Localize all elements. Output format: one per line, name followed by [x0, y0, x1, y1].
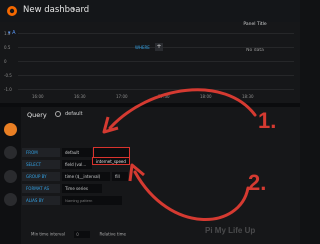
add-where-button[interactable]: +: [155, 43, 163, 51]
visualization-tab-icon[interactable]: [4, 146, 17, 159]
grid-line: [18, 75, 294, 76]
alias-by-input[interactable]: [62, 196, 122, 205]
step-2-annotation: 2.: [248, 170, 267, 195]
no-data-label: No data: [246, 48, 264, 53]
from-policy[interactable]: default: [62, 148, 92, 157]
min-interval-label: Min time interval: [31, 231, 65, 237]
watermark: Pi My Life Up: [205, 226, 256, 235]
top-bar: New dashboard ▾: [0, 0, 300, 22]
editor-sidebar: [0, 107, 21, 244]
chevron-down-icon[interactable]: ▾: [72, 4, 75, 16]
measurement-option[interactable]: internet_speed: [92, 157, 130, 165]
general-tab-icon[interactable]: [4, 170, 17, 183]
grid-line: [18, 61, 294, 62]
format-as-label: FORMAT AS: [22, 184, 60, 193]
from-label: FROM: [22, 148, 60, 157]
graph-panel: Panel Title No data 1.0 0.5 0 -0.5 -1.0 …: [0, 22, 300, 103]
min-interval-input[interactable]: 0: [74, 231, 91, 238]
query-options-row: Min time interval 0 Relative time: [31, 231, 126, 238]
y-axis-label: -1.0: [4, 87, 12, 92]
dashboard-title[interactable]: New dashboard: [23, 4, 89, 16]
x-axis-label: 18:00: [200, 94, 212, 99]
query-row-name: A: [12, 30, 16, 36]
datasource-icon: [55, 111, 61, 117]
x-axis-label: 17:30: [158, 94, 170, 99]
y-axis-label: 0: [4, 59, 7, 64]
group-by-label: GROUP BY: [22, 172, 60, 181]
y-axis-label: -0.5: [4, 73, 12, 78]
x-axis-label: 16:30: [74, 94, 86, 99]
datasource-select[interactable]: default: [65, 111, 83, 117]
query-label: Query: [27, 111, 47, 119]
grid-line: [18, 89, 294, 90]
x-axis-label: 16:00: [32, 94, 44, 99]
alias-by-label: ALIAS BY: [22, 196, 60, 205]
where-label: WHERE: [135, 45, 150, 50]
grid-line: [18, 33, 294, 34]
group-by-time[interactable]: time ($__interval): [62, 172, 110, 181]
relative-time-label: Relative time: [99, 231, 126, 237]
grafana-logo-icon[interactable]: [6, 5, 18, 17]
queries-tab-icon[interactable]: [4, 123, 17, 136]
select-label: SELECT: [22, 160, 60, 169]
x-axis-label: 18:30: [242, 94, 254, 99]
alert-tab-icon[interactable]: [4, 193, 17, 206]
select-field[interactable]: field (val...: [62, 160, 92, 169]
query-row-toggle[interactable]: ▾ A: [8, 30, 16, 36]
step-1-annotation: 1.: [258, 108, 277, 133]
format-as-select[interactable]: Time series: [62, 184, 102, 193]
y-axis-label: 0.5: [4, 45, 11, 50]
panel-title[interactable]: Panel Title: [220, 22, 290, 28]
x-axis-label: 17:00: [116, 94, 128, 99]
group-by-fill[interactable]: fill: [112, 172, 128, 181]
